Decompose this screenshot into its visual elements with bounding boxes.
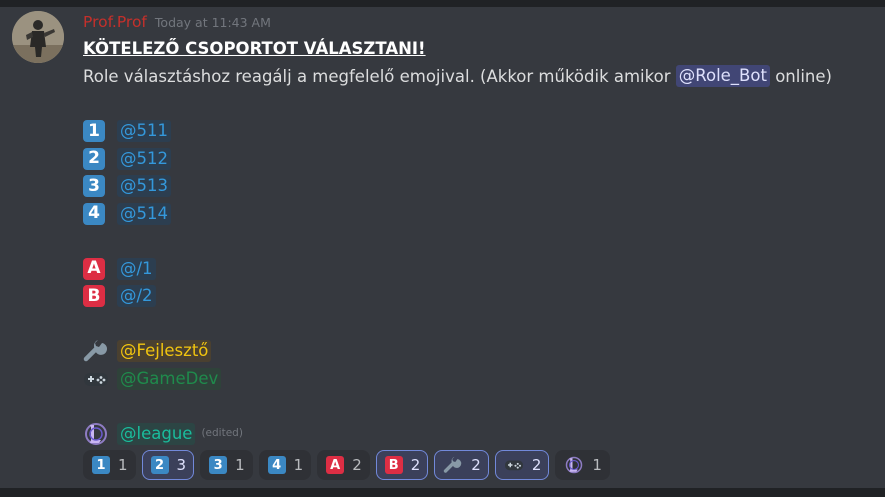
letter-b-icon: B	[384, 456, 403, 474]
league-of-legends-icon	[83, 422, 109, 446]
reaction-wrench[interactable]: 2	[434, 450, 489, 480]
role-mention-gamedev[interactable]: @GameDev	[117, 367, 222, 390]
keycap-4-icon: 4	[267, 456, 286, 474]
game-controller-icon	[83, 367, 109, 391]
author-name[interactable]: Prof.Prof	[83, 13, 147, 31]
reaction-2[interactable]: 2 3	[141, 450, 195, 480]
role-mention-1[interactable]: @/1	[117, 257, 156, 280]
message-title: KÖTELEZŐ CSOPORTOT VÁLASZTANI!	[83, 39, 426, 58]
keycap-2-icon: 2	[83, 147, 105, 170]
keycap-3-icon: 3	[83, 175, 105, 198]
role-mention-512[interactable]: @512	[117, 147, 171, 170]
role-mention-league[interactable]: @league	[117, 422, 196, 445]
message-title-line: KÖTELEZŐ CSOPORTOT VÁLASZTANI!	[83, 35, 873, 63]
reaction-b[interactable]: B 2	[375, 450, 429, 480]
keycap-4-icon: 4	[83, 202, 105, 225]
game-controller-icon	[504, 456, 524, 474]
wrench-icon	[443, 456, 463, 474]
role-mention-fejleszto[interactable]: @Fejlesztő	[117, 340, 212, 363]
role-line-a: A @/1	[83, 255, 873, 283]
keycap-2-icon: 2	[150, 456, 169, 474]
reaction-1[interactable]: 1 1	[83, 450, 136, 480]
role-line-514: 4 @514	[83, 200, 873, 228]
role-line-gamedev: @GameDev	[83, 365, 873, 393]
reaction-count: 1	[293, 456, 304, 474]
reaction-3[interactable]: 3 1	[200, 450, 253, 480]
intro-text-after: online)	[769, 66, 832, 86]
keycap-1-icon: 1	[83, 120, 105, 143]
role-mention-2[interactable]: @/2	[117, 285, 156, 308]
bot-mention[interactable]: @Role_Bot	[675, 65, 770, 88]
letter-b-icon: B	[83, 285, 105, 308]
reaction-count: 1	[118, 456, 128, 474]
wrench-icon	[83, 339, 109, 363]
league-of-legends-icon	[564, 456, 584, 474]
role-line-513: 3 @513	[83, 173, 873, 201]
edited-label: (edited)	[201, 427, 243, 439]
reaction-count: 3	[176, 456, 187, 474]
role-line-league: @league (edited)	[83, 420, 873, 448]
role-line-b: B @/2	[83, 283, 873, 311]
message: Prof.Prof Today at 11:43 AM KÖTELEZŐ CSO…	[83, 13, 873, 448]
letter-a-icon: A	[83, 257, 105, 280]
avatar-image	[12, 11, 64, 63]
top-edge	[0, 0, 885, 7]
reaction-a[interactable]: A 2	[317, 450, 370, 480]
reaction-count: 2	[410, 456, 421, 474]
intro-text-before: Role választáshoz reagálj a megfelelő em…	[83, 66, 676, 86]
reaction-bar: 1 1 2 3 3 1 4 1 A 2 B 2 2 2 1	[83, 450, 616, 480]
keycap-3-icon: 3	[209, 456, 228, 474]
message-timestamp[interactable]: Today at 11:43 AM	[155, 15, 271, 30]
keycap-1-icon: 1	[92, 456, 110, 474]
reaction-count: 2	[352, 456, 362, 474]
message-intro-line: Role választáshoz reagálj a megfelelő em…	[83, 63, 873, 91]
role-mention-511[interactable]: @511	[117, 120, 171, 143]
reaction-4[interactable]: 4 1	[258, 450, 312, 480]
avatar[interactable]	[12, 11, 64, 63]
reaction-count: 2	[471, 456, 481, 474]
reaction-league[interactable]: 1	[555, 450, 610, 480]
reaction-game-controller[interactable]: 2	[494, 450, 550, 480]
reaction-count: 2	[531, 456, 542, 474]
reaction-count: 1	[592, 456, 602, 474]
role-line-511: 1 @511	[83, 118, 873, 146]
role-line-fejleszto: @Fejlesztő	[83, 338, 873, 366]
role-line-512: 2 @512	[83, 145, 873, 173]
role-mention-514[interactable]: @514	[117, 202, 171, 225]
role-mention-513[interactable]: @513	[117, 175, 171, 198]
message-header: Prof.Prof Today at 11:43 AM	[83, 13, 873, 35]
reaction-count: 1	[235, 456, 245, 474]
letter-a-icon: A	[326, 456, 345, 474]
bottom-edge	[0, 488, 885, 497]
